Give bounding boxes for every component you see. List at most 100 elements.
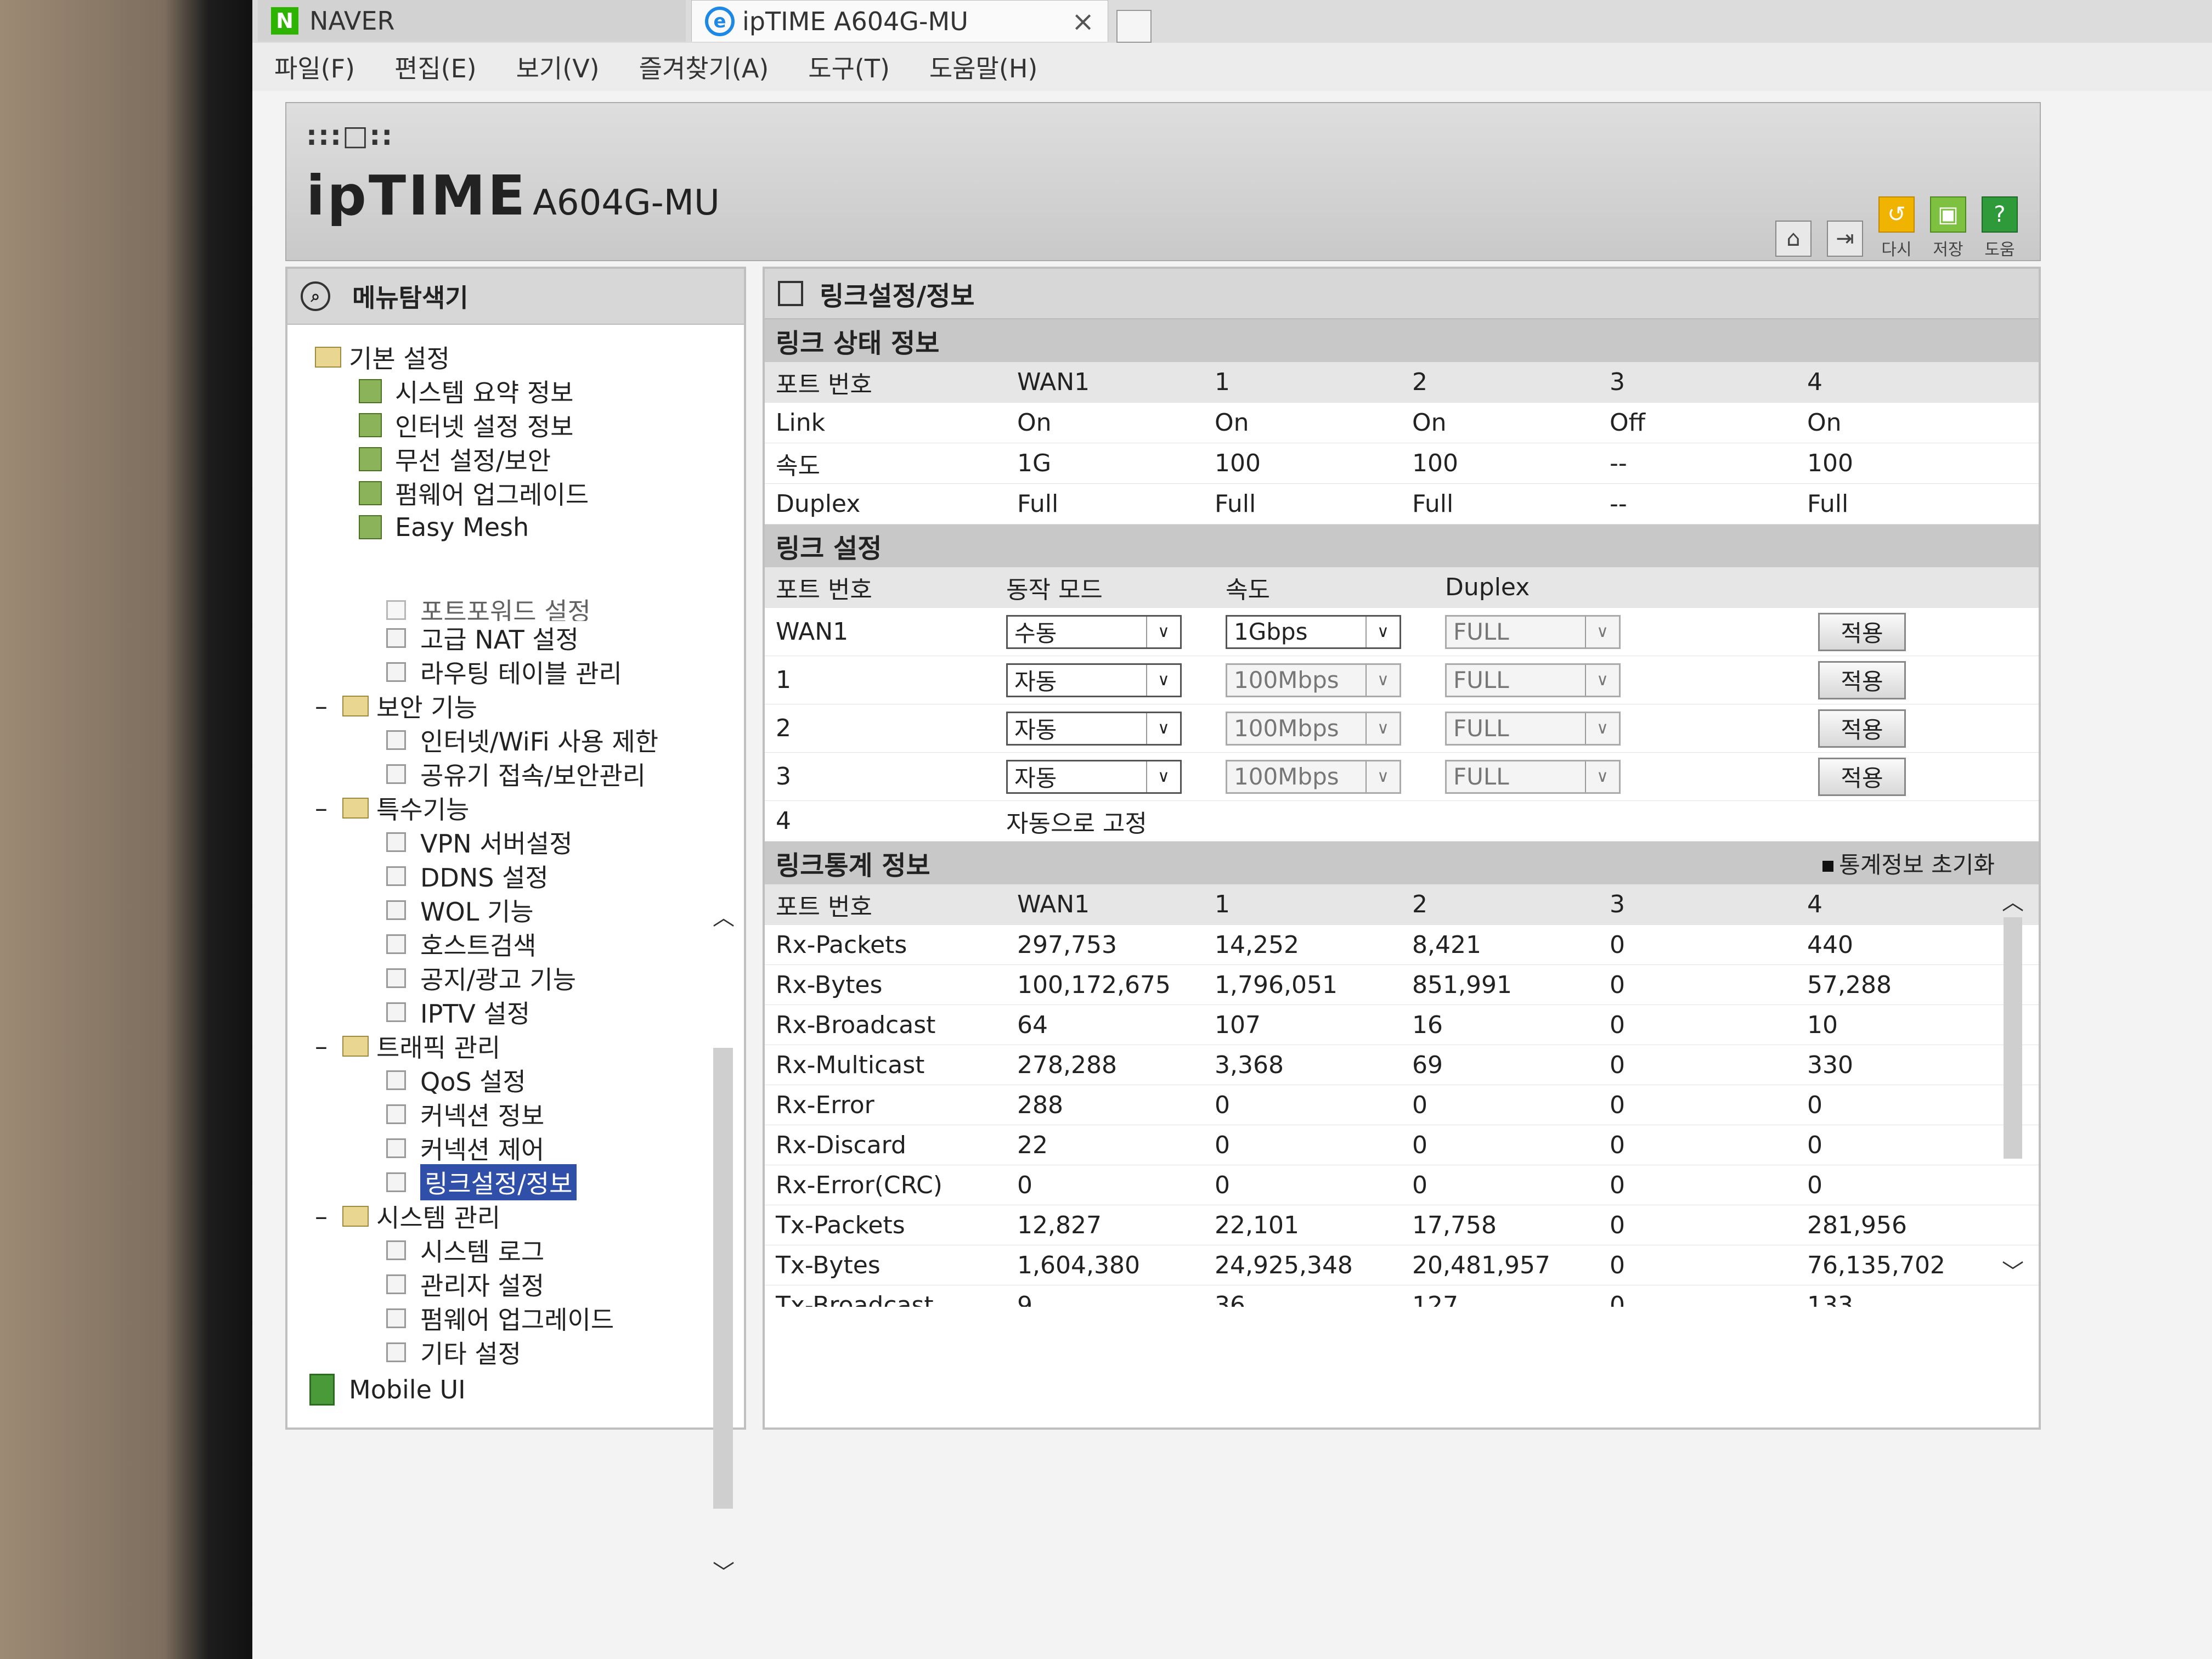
speed-select[interactable]: 100Mbps ∨ [1226, 711, 1401, 746]
collapse-icon[interactable]: – [315, 793, 342, 823]
menu-group-system[interactable]: – 시스템 관리 [287, 1199, 715, 1233]
stats-cell: 1,796,051 [1204, 965, 1401, 1005]
menu-item-routing-table[interactable]: 라우팅 테이블 관리 [287, 655, 715, 689]
status-row-label: 속도 [765, 443, 1006, 484]
home-button[interactable]: ⌂ [1775, 221, 1812, 260]
checkbox-icon [386, 1104, 406, 1124]
link-settings-header: 포트 번호 동작 모드 속도 Duplex [765, 567, 2039, 608]
stats-cell: 127 [1401, 1285, 1599, 1307]
link-settings-section-title: 링크 설정 [765, 524, 2039, 567]
mobile-ui-link[interactable]: Mobile UI [309, 1374, 466, 1406]
menu-item-notice[interactable]: 공지/광고 기능 [287, 961, 715, 995]
help-icon: ? [1982, 196, 2018, 233]
menu-item-connection-info[interactable]: 커넥션 정보 [287, 1097, 715, 1131]
menu-item-link-settings[interactable]: 링크설정/정보 [287, 1164, 715, 1200]
menu-item-ddns[interactable]: DDNS 설정 [287, 859, 715, 893]
chevron-up-icon[interactable]: ︿ [2000, 884, 2025, 915]
status-cell: Full [1006, 484, 1204, 524]
new-tab-icon[interactable] [1116, 10, 1152, 43]
stats-cell: 0 [1599, 1125, 1796, 1165]
menu-file[interactable]: 파일(F) [274, 49, 355, 85]
help-button[interactable]: ? 도움 [1982, 196, 2018, 260]
menu-item-vpn[interactable]: VPN 서버설정 [287, 825, 715, 859]
menu-item-connection-control[interactable]: 커넥션 제어 [287, 1131, 715, 1165]
stats-scrollbar[interactable]: ︿ ﹀ [2000, 884, 2025, 1285]
chevron-down-icon[interactable]: ﹀ [2000, 1254, 2025, 1285]
mode-select[interactable]: 자동 ∨ [1006, 663, 1182, 697]
speed-select[interactable]: 100Mbps ∨ [1226, 663, 1401, 697]
collapse-icon[interactable]: – [315, 1031, 342, 1061]
menu-favorites[interactable]: 즐겨찾기(A) [639, 49, 769, 85]
menu-group-traffic[interactable]: – 트래픽 관리 [287, 1029, 715, 1063]
duplex-select[interactable]: FULL ∨ [1445, 663, 1621, 697]
apply-button[interactable]: 적용 [1818, 757, 1906, 796]
mode-select[interactable]: 자동 ∨ [1006, 711, 1182, 746]
folder-icon [342, 1036, 369, 1057]
apply-button[interactable]: 적용 [1818, 661, 1906, 699]
menu-group-basic[interactable]: 기본 설정 [287, 340, 715, 374]
chevron-down-icon: ∨ [1365, 616, 1400, 647]
menu-item-host-search[interactable]: 호스트검색 [287, 927, 715, 961]
logout-button[interactable]: ⇥ [1827, 221, 1863, 260]
tab-label: NAVER [309, 6, 395, 36]
menu-item-advanced-nat[interactable]: 고급 NAT 설정 [287, 621, 715, 655]
port-label: 2 [765, 704, 995, 753]
menu-item-system-log[interactable]: 시스템 로그 [287, 1233, 715, 1267]
status-row-label: Link [765, 403, 1006, 443]
menu-item-wireless-setup[interactable]: 무선 설정/보안 [287, 442, 715, 476]
chevron-down-icon[interactable]: ﹀ [711, 1555, 736, 1585]
tab-naver[interactable]: N NAVER [258, 0, 686, 42]
menu-view[interactable]: 보기(V) [516, 49, 600, 85]
menu-item-internet-setup[interactable]: 인터넷 설정 정보 [287, 408, 715, 442]
tab-iptime[interactable]: e ipTIME A604G-MU × [691, 0, 1108, 42]
speed-select[interactable]: 100Mbps ∨ [1226, 759, 1401, 794]
chevron-down-icon: ∨ [1146, 616, 1180, 647]
mode-select[interactable]: 자동 ∨ [1006, 759, 1182, 794]
menu-scrollbar[interactable]: ︿ ﹀ [711, 900, 736, 1585]
close-icon[interactable]: × [1071, 5, 1094, 37]
checkbox-icon [386, 866, 406, 886]
menu-item-easy-mesh[interactable]: Easy Mesh [287, 510, 715, 544]
duplex-select[interactable]: FULL ∨ [1445, 711, 1621, 746]
menu-item-misc-settings[interactable]: 기타 설정 [287, 1335, 715, 1369]
collapse-icon[interactable]: – [315, 1201, 342, 1231]
stats-cell: 20,481,957 [1401, 1245, 1599, 1285]
menu-item-port-forward[interactable]: 포트포워드 설정 [287, 599, 715, 621]
mode-select[interactable]: 수동 ∨ [1006, 614, 1182, 649]
stats-cell: 0 [1006, 1165, 1204, 1205]
collapse-icon[interactable]: – [315, 691, 342, 721]
stats-row-label: Rx-Bytes [765, 965, 1006, 1005]
menu-item-qos[interactable]: QoS 설정 [287, 1063, 715, 1097]
menu-item-firmware-basic[interactable]: 펌웨어 업그레이드 [287, 476, 715, 510]
chevron-up-icon[interactable]: ︿ [711, 900, 736, 930]
menu-group-special[interactable]: – 특수기능 [287, 791, 715, 825]
menu-item-iptv[interactable]: IPTV 설정 [287, 995, 715, 1029]
menu-help[interactable]: 도움말(H) [929, 49, 1037, 85]
apply-button[interactable]: 적용 [1818, 709, 1906, 748]
speed-select-cell: 100Mbps ∨ [1215, 656, 1434, 704]
menu-item-firmware-upgrade[interactable]: 펌웨어 업그레이드 [287, 1301, 715, 1335]
menu-item-access-limit[interactable]: 인터넷/WiFi 사용 제한 [287, 723, 715, 757]
stats-cell: 0 [1401, 1125, 1599, 1165]
menu-tools[interactable]: 도구(T) [808, 49, 890, 85]
scroll-thumb[interactable] [2004, 917, 2022, 1159]
speed-select[interactable]: 1Gbps ∨ [1226, 614, 1401, 649]
refresh-button[interactable]: ↺ 다시 [1878, 196, 1915, 260]
apply-button[interactable]: 적용 [1818, 612, 1906, 651]
scroll-thumb[interactable] [713, 1048, 733, 1509]
stats-cell: 278,288 [1006, 1045, 1204, 1085]
menu-group-security[interactable]: – 보안 기능 [287, 689, 715, 723]
menu-item-access-security[interactable]: 공유기 접속/보안관리 [287, 757, 715, 791]
menu-edit[interactable]: 편집(E) [394, 49, 477, 85]
menu-item-system-summary[interactable]: 시스템 요약 정보 [287, 374, 715, 408]
menu-item-admin-settings[interactable]: 관리자 설정 [287, 1267, 715, 1301]
menu-item-wol[interactable]: WOL 기능 [287, 893, 715, 927]
reset-stats-link[interactable]: 통계정보 초기화 [1822, 847, 1995, 880]
duplex-select[interactable]: FULL ∨ [1445, 759, 1621, 794]
duplex-select-value: FULL [1453, 715, 1509, 742]
stats-cell: 0 [1204, 1125, 1401, 1165]
duplex-select[interactable]: FULL ∨ [1445, 614, 1621, 649]
mobile-icon [309, 1374, 335, 1406]
port-label: WAN1 [765, 608, 995, 656]
save-button[interactable]: ▣ 저장 [1930, 196, 1966, 260]
